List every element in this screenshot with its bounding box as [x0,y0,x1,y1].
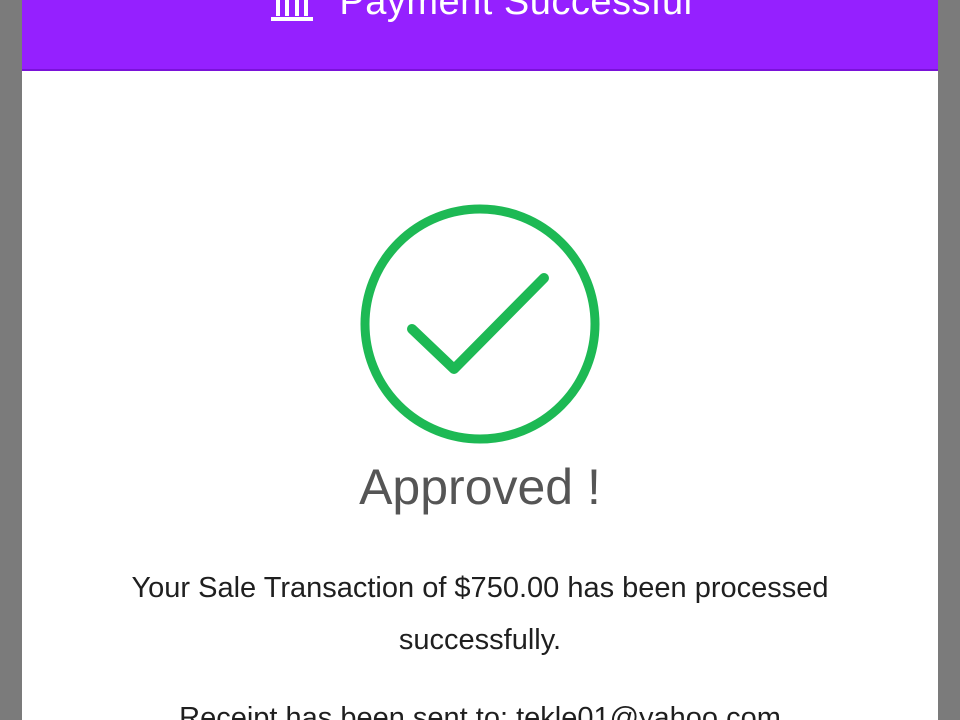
transaction-message-line-2: successfully. [398,624,562,656]
transaction-message: Your Sale Transaction of $750.00 has bee… [82,562,878,666]
approved-heading: Approved ! [359,459,601,515]
dialog-header-content: Payment Successful [22,0,938,32]
dialog-body: Approved ! Your Sale Transaction of $750… [22,71,938,720]
receipt-notice: Receipt has been sent to: tekle01@yahoo.… [179,702,781,720]
bank-icon [271,0,314,21]
dialog-header: Payment Successful [22,0,938,71]
dialog-title: Payment Successful [339,0,693,23]
transaction-message-line-1: Your Sale Transaction of $750.00 has bee… [131,572,829,604]
payment-success-dialog: Payment Successful Approved ! Your Sale … [22,0,938,720]
check-circle-icon [358,202,602,446]
